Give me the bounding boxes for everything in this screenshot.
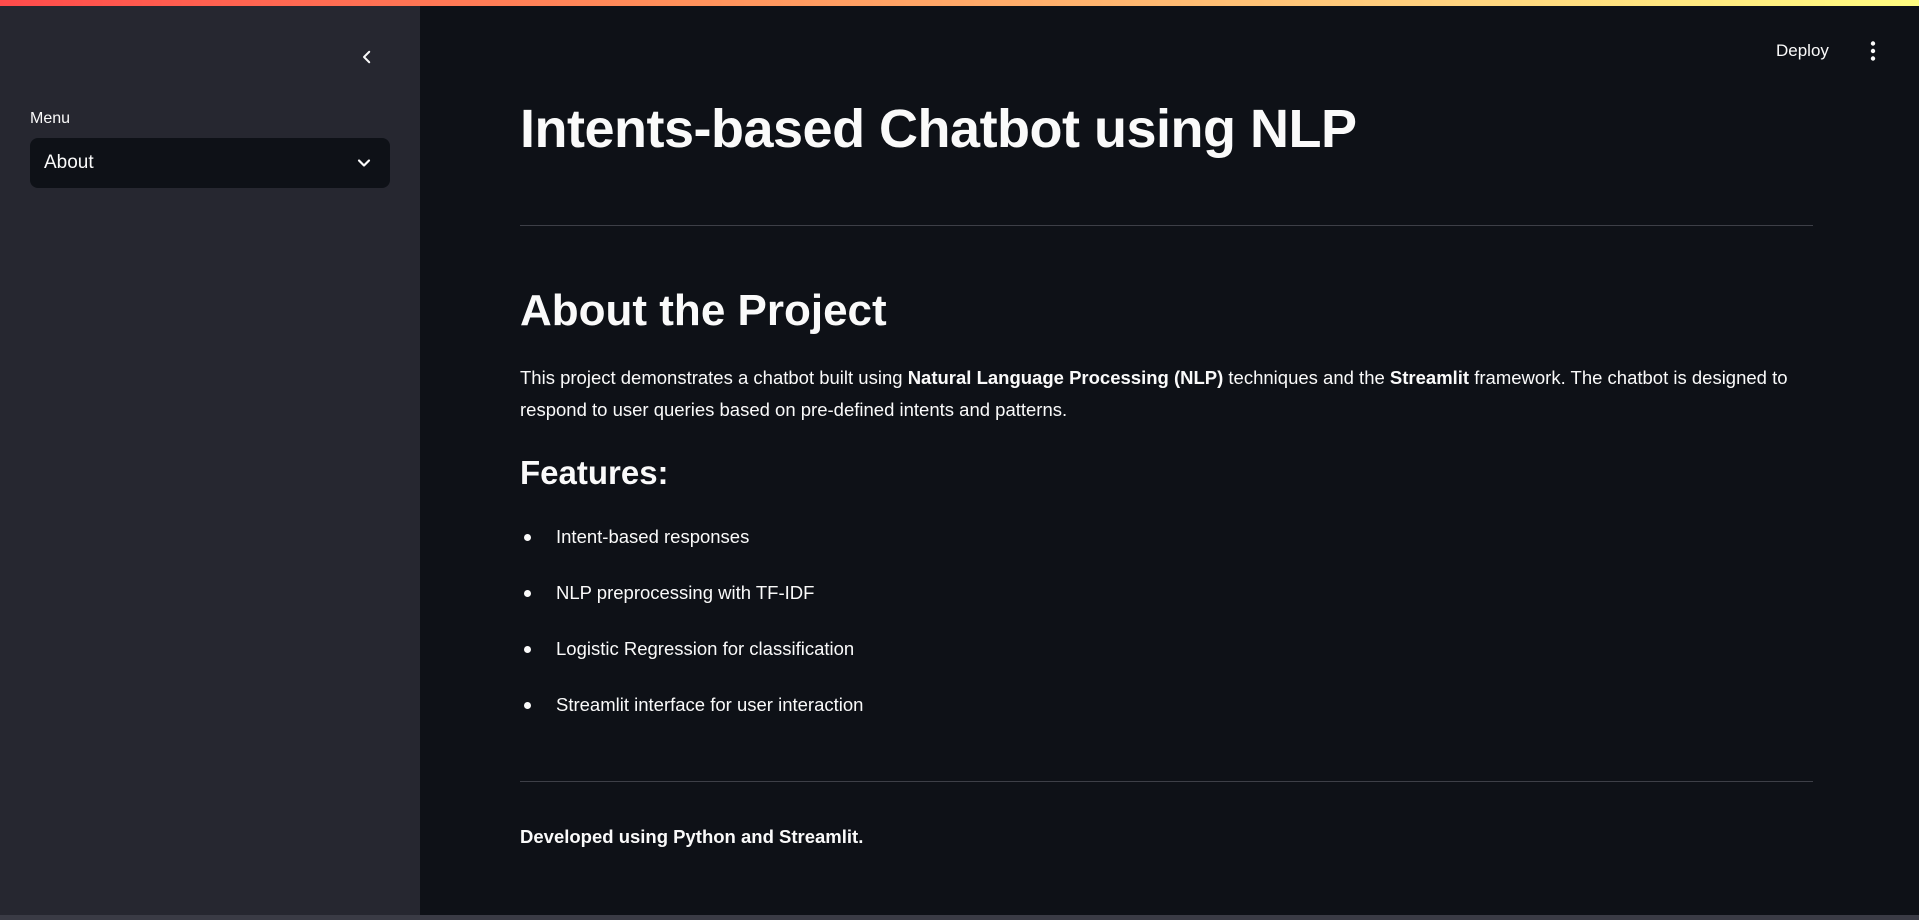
list-item: Streamlit interface for user interaction — [520, 687, 863, 743]
about-bold-streamlit: Streamlit — [1389, 367, 1470, 388]
bottom-edge — [0, 915, 1919, 920]
list-item: NLP preprocessing with TF-IDF — [520, 575, 863, 631]
chevron-left-icon — [363, 50, 371, 64]
about-text-part: techniques and the — [1223, 367, 1390, 388]
chevron-down-icon — [357, 159, 371, 167]
about-bold-nlp: Natural Language Processing (NLP) — [907, 367, 1224, 388]
kebab-menu-icon — [1870, 41, 1876, 61]
divider — [520, 225, 1813, 226]
list-item: Logistic Regression for classification — [520, 631, 863, 687]
features-heading: Features: — [520, 454, 669, 491]
divider — [520, 781, 1813, 782]
about-description: This project demonstrates a chatbot buil… — [520, 362, 1813, 426]
menu-select-value: About — [44, 152, 94, 173]
page-title: Intents-based Chatbot using NLP — [520, 99, 1357, 159]
footer-text: Developed using Python and Streamlit. — [520, 826, 864, 847]
menu-label: Menu — [30, 110, 71, 127]
menu-select[interactable]: About — [30, 138, 390, 188]
list-item: Intent-based responses — [520, 519, 863, 575]
top-decoration-bar — [0, 0, 1919, 6]
about-text-part: This project demonstrates a chatbot buil… — [520, 367, 908, 388]
deploy-button[interactable]: Deploy — [1776, 36, 1829, 66]
collapse-sidebar-button[interactable] — [352, 42, 382, 72]
about-heading: About the Project — [520, 286, 887, 335]
sidebar: Menu About — [0, 6, 420, 918]
main-menu-button[interactable] — [1860, 36, 1886, 66]
features-list: Intent-based responses NLP preprocessing… — [520, 519, 863, 743]
